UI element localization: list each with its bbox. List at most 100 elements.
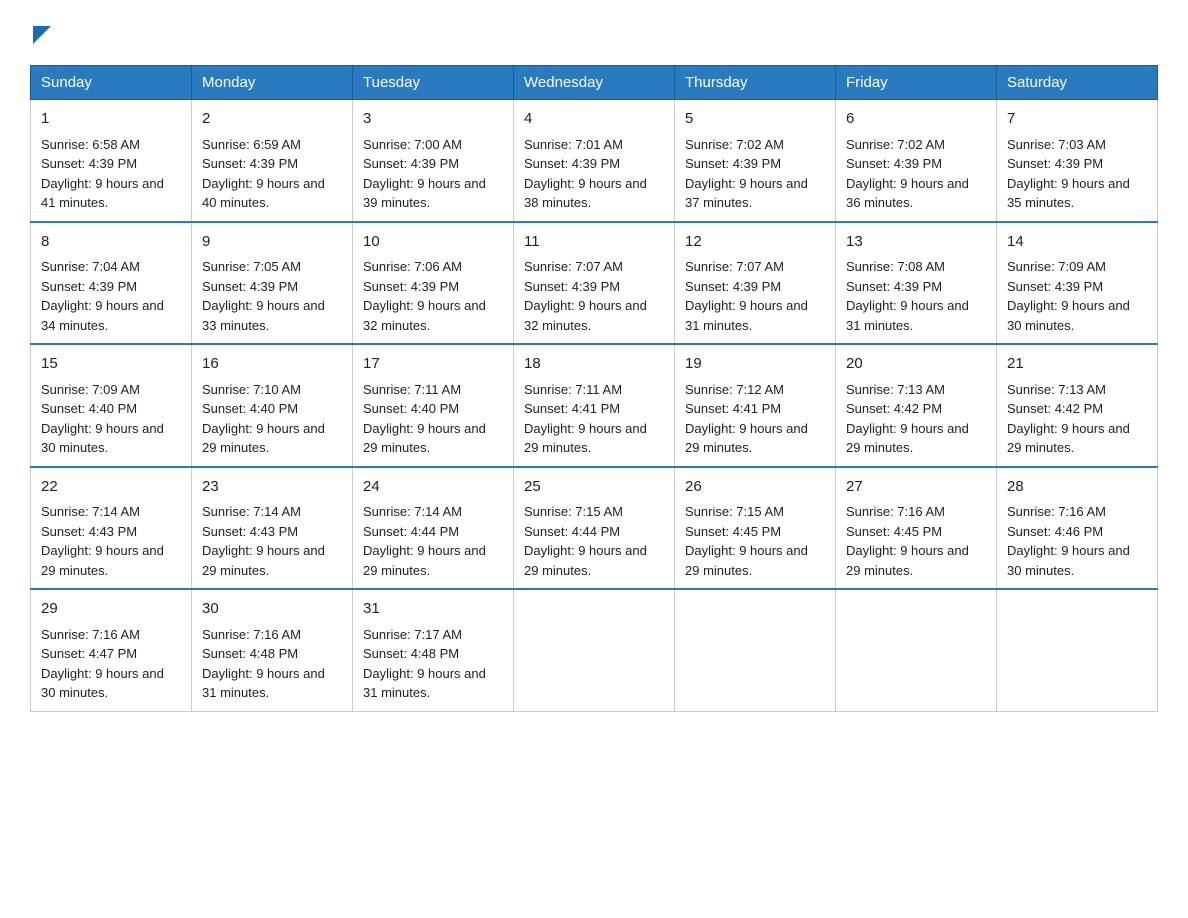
calendar-day-cell: 7 Sunrise: 7:03 AMSunset: 4:39 PMDayligh… <box>997 100 1158 222</box>
day-info: Sunrise: 7:16 AMSunset: 4:45 PMDaylight:… <box>846 504 969 578</box>
day-number: 18 <box>524 353 664 376</box>
day-info: Sunrise: 7:06 AMSunset: 4:39 PMDaylight:… <box>363 259 486 333</box>
day-info: Sunrise: 7:04 AMSunset: 4:39 PMDaylight:… <box>41 259 164 333</box>
day-number: 28 <box>1007 476 1147 499</box>
day-info: Sunrise: 7:16 AMSunset: 4:48 PMDaylight:… <box>202 627 325 701</box>
day-info: Sunrise: 7:15 AMSunset: 4:45 PMDaylight:… <box>685 504 808 578</box>
calendar-day-cell: 25 Sunrise: 7:15 AMSunset: 4:44 PMDaylig… <box>514 467 675 590</box>
calendar-day-cell: 4 Sunrise: 7:01 AMSunset: 4:39 PMDayligh… <box>514 100 675 222</box>
day-info: Sunrise: 7:14 AMSunset: 4:44 PMDaylight:… <box>363 504 486 578</box>
calendar-day-cell: 10 Sunrise: 7:06 AMSunset: 4:39 PMDaylig… <box>353 222 514 345</box>
calendar-day-cell: 12 Sunrise: 7:07 AMSunset: 4:39 PMDaylig… <box>675 222 836 345</box>
calendar-day-cell: 6 Sunrise: 7:02 AMSunset: 4:39 PMDayligh… <box>836 100 997 222</box>
page-header <box>30 24 1158 49</box>
day-number: 21 <box>1007 353 1147 376</box>
day-number: 31 <box>363 598 503 621</box>
day-info: Sunrise: 7:10 AMSunset: 4:40 PMDaylight:… <box>202 382 325 456</box>
day-info: Sunrise: 7:09 AMSunset: 4:39 PMDaylight:… <box>1007 259 1130 333</box>
day-number: 19 <box>685 353 825 376</box>
day-number: 10 <box>363 231 503 254</box>
day-info: Sunrise: 7:09 AMSunset: 4:40 PMDaylight:… <box>41 382 164 456</box>
day-number: 6 <box>846 108 986 131</box>
calendar-day-cell: 19 Sunrise: 7:12 AMSunset: 4:41 PMDaylig… <box>675 344 836 467</box>
day-info: Sunrise: 7:16 AMSunset: 4:46 PMDaylight:… <box>1007 504 1130 578</box>
calendar-day-cell: 16 Sunrise: 7:10 AMSunset: 4:40 PMDaylig… <box>192 344 353 467</box>
calendar-day-cell: 24 Sunrise: 7:14 AMSunset: 4:44 PMDaylig… <box>353 467 514 590</box>
calendar-week-row: 22 Sunrise: 7:14 AMSunset: 4:43 PMDaylig… <box>31 467 1158 590</box>
calendar-day-cell: 14 Sunrise: 7:09 AMSunset: 4:39 PMDaylig… <box>997 222 1158 345</box>
calendar-day-cell: 29 Sunrise: 7:16 AMSunset: 4:47 PMDaylig… <box>31 589 192 711</box>
day-number: 4 <box>524 108 664 131</box>
day-number: 20 <box>846 353 986 376</box>
calendar-day-cell: 8 Sunrise: 7:04 AMSunset: 4:39 PMDayligh… <box>31 222 192 345</box>
calendar-day-cell: 22 Sunrise: 7:14 AMSunset: 4:43 PMDaylig… <box>31 467 192 590</box>
day-of-week-header: Saturday <box>997 66 1158 100</box>
day-number: 5 <box>685 108 825 131</box>
day-info: Sunrise: 7:05 AMSunset: 4:39 PMDaylight:… <box>202 259 325 333</box>
calendar-day-cell <box>514 589 675 711</box>
day-number: 16 <box>202 353 342 376</box>
calendar-week-row: 8 Sunrise: 7:04 AMSunset: 4:39 PMDayligh… <box>31 222 1158 345</box>
calendar-table: SundayMondayTuesdayWednesdayThursdayFrid… <box>30 65 1158 712</box>
calendar-day-cell: 23 Sunrise: 7:14 AMSunset: 4:43 PMDaylig… <box>192 467 353 590</box>
day-of-week-header: Thursday <box>675 66 836 100</box>
day-info: Sunrise: 7:16 AMSunset: 4:47 PMDaylight:… <box>41 627 164 701</box>
day-info: Sunrise: 7:01 AMSunset: 4:39 PMDaylight:… <box>524 137 647 211</box>
calendar-day-cell: 31 Sunrise: 7:17 AMSunset: 4:48 PMDaylig… <box>353 589 514 711</box>
day-number: 17 <box>363 353 503 376</box>
calendar-day-cell: 17 Sunrise: 7:11 AMSunset: 4:40 PMDaylig… <box>353 344 514 467</box>
logo-arrow-icon <box>33 26 51 44</box>
calendar-day-cell: 28 Sunrise: 7:16 AMSunset: 4:46 PMDaylig… <box>997 467 1158 590</box>
day-info: Sunrise: 7:11 AMSunset: 4:40 PMDaylight:… <box>363 382 486 456</box>
day-number: 22 <box>41 476 181 499</box>
day-info: Sunrise: 7:12 AMSunset: 4:41 PMDaylight:… <box>685 382 808 456</box>
day-number: 15 <box>41 353 181 376</box>
day-info: Sunrise: 7:00 AMSunset: 4:39 PMDaylight:… <box>363 137 486 211</box>
calendar-day-cell: 9 Sunrise: 7:05 AMSunset: 4:39 PMDayligh… <box>192 222 353 345</box>
day-number: 12 <box>685 231 825 254</box>
calendar-day-cell: 5 Sunrise: 7:02 AMSunset: 4:39 PMDayligh… <box>675 100 836 222</box>
calendar-week-row: 15 Sunrise: 7:09 AMSunset: 4:40 PMDaylig… <box>31 344 1158 467</box>
logo <box>30 24 51 49</box>
day-info: Sunrise: 7:14 AMSunset: 4:43 PMDaylight:… <box>202 504 325 578</box>
day-info: Sunrise: 7:02 AMSunset: 4:39 PMDaylight:… <box>846 137 969 211</box>
calendar-day-cell: 1 Sunrise: 6:58 AMSunset: 4:39 PMDayligh… <box>31 100 192 222</box>
day-number: 2 <box>202 108 342 131</box>
calendar-day-cell: 20 Sunrise: 7:13 AMSunset: 4:42 PMDaylig… <box>836 344 997 467</box>
calendar-day-cell: 30 Sunrise: 7:16 AMSunset: 4:48 PMDaylig… <box>192 589 353 711</box>
calendar-day-cell: 21 Sunrise: 7:13 AMSunset: 4:42 PMDaylig… <box>997 344 1158 467</box>
calendar-day-cell: 11 Sunrise: 7:07 AMSunset: 4:39 PMDaylig… <box>514 222 675 345</box>
day-info: Sunrise: 7:13 AMSunset: 4:42 PMDaylight:… <box>846 382 969 456</box>
day-info: Sunrise: 7:15 AMSunset: 4:44 PMDaylight:… <box>524 504 647 578</box>
day-number: 7 <box>1007 108 1147 131</box>
day-info: Sunrise: 6:59 AMSunset: 4:39 PMDaylight:… <box>202 137 325 211</box>
day-number: 29 <box>41 598 181 621</box>
calendar-day-cell <box>836 589 997 711</box>
day-number: 25 <box>524 476 664 499</box>
calendar-day-cell: 15 Sunrise: 7:09 AMSunset: 4:40 PMDaylig… <box>31 344 192 467</box>
day-number: 27 <box>846 476 986 499</box>
day-info: Sunrise: 7:14 AMSunset: 4:43 PMDaylight:… <box>41 504 164 578</box>
day-number: 23 <box>202 476 342 499</box>
calendar-day-cell: 18 Sunrise: 7:11 AMSunset: 4:41 PMDaylig… <box>514 344 675 467</box>
day-number: 3 <box>363 108 503 131</box>
calendar-week-row: 29 Sunrise: 7:16 AMSunset: 4:47 PMDaylig… <box>31 589 1158 711</box>
day-info: Sunrise: 7:07 AMSunset: 4:39 PMDaylight:… <box>685 259 808 333</box>
day-info: Sunrise: 7:02 AMSunset: 4:39 PMDaylight:… <box>685 137 808 211</box>
day-info: Sunrise: 7:11 AMSunset: 4:41 PMDaylight:… <box>524 382 647 456</box>
calendar-day-cell <box>675 589 836 711</box>
day-of-week-header: Sunday <box>31 66 192 100</box>
day-info: Sunrise: 7:03 AMSunset: 4:39 PMDaylight:… <box>1007 137 1130 211</box>
day-of-week-header: Friday <box>836 66 997 100</box>
calendar-day-cell: 13 Sunrise: 7:08 AMSunset: 4:39 PMDaylig… <box>836 222 997 345</box>
calendar-day-cell: 26 Sunrise: 7:15 AMSunset: 4:45 PMDaylig… <box>675 467 836 590</box>
day-number: 11 <box>524 231 664 254</box>
day-of-week-header: Wednesday <box>514 66 675 100</box>
day-info: Sunrise: 7:17 AMSunset: 4:48 PMDaylight:… <box>363 627 486 701</box>
day-number: 8 <box>41 231 181 254</box>
day-number: 13 <box>846 231 986 254</box>
day-number: 1 <box>41 108 181 131</box>
calendar-day-cell: 27 Sunrise: 7:16 AMSunset: 4:45 PMDaylig… <box>836 467 997 590</box>
day-number: 30 <box>202 598 342 621</box>
day-number: 24 <box>363 476 503 499</box>
